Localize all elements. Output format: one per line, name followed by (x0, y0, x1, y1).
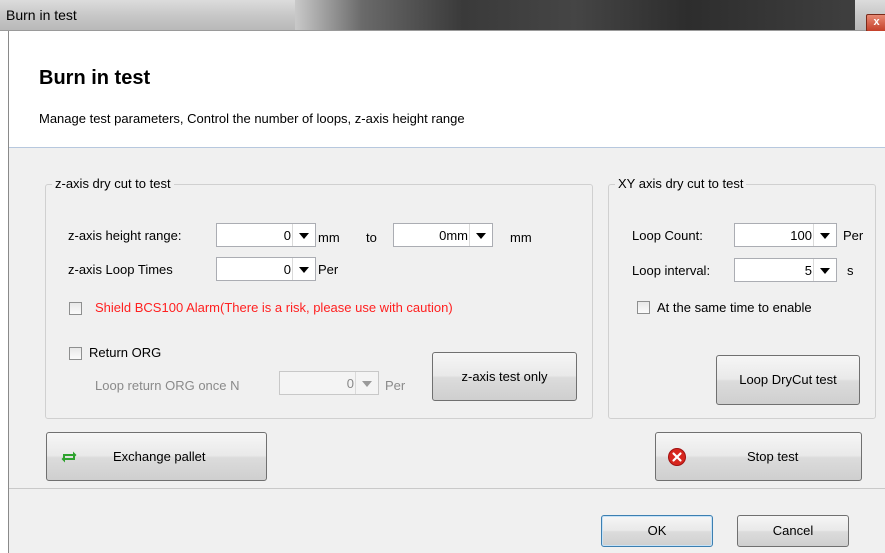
return-org-checkbox[interactable] (69, 347, 82, 360)
ok-button[interactable]: OK (601, 515, 713, 547)
z-axis-test-button[interactable]: z-axis test only (432, 352, 577, 401)
same-time-checkbox[interactable] (637, 301, 650, 314)
height-to-spinbox[interactable]: 0mm (393, 223, 493, 247)
loop-count-label: Loop Count: (632, 228, 703, 243)
loop-count-unit: Per (843, 228, 864, 243)
footer-divider (9, 488, 885, 489)
loop-return-unit: Per (385, 378, 406, 393)
exchange-pallet-button[interactable]: Exchange pallet (46, 432, 267, 481)
z-axis-test-label: z-axis test only (461, 369, 548, 384)
stop-test-label: Stop test (747, 449, 799, 464)
loop-drycut-button[interactable]: Loop DryCut test (716, 355, 860, 405)
chevron-down-icon[interactable] (292, 258, 315, 280)
loop-return-spinbox[interactable]: 0 (279, 371, 379, 395)
refresh-icon (61, 451, 77, 463)
height-from-value: 0 (283, 228, 291, 243)
height-range-label: z-axis height range: (68, 228, 182, 243)
height-from-unit: mm (318, 230, 340, 245)
loop-count-spinbox[interactable]: 100 (734, 223, 837, 247)
loop-times-value: 0 (283, 262, 291, 277)
shield-alarm-label: Shield BCS100 Alarm(There is a risk, ple… (95, 300, 453, 315)
dialog-window: Burn in test Manage test parameters, Con… (8, 31, 885, 553)
height-from-spinbox[interactable]: 0 (216, 223, 316, 247)
loop-interval-spinbox[interactable]: 5 (734, 258, 837, 282)
shield-alarm-checkbox[interactable] (69, 302, 82, 315)
loop-drycut-label: Loop DryCut test (739, 372, 837, 387)
xy-axis-group-label: XY axis dry cut to test (615, 176, 747, 191)
cancel-label: Cancel (772, 523, 814, 538)
loop-interval-unit: s (847, 263, 854, 278)
chevron-down-icon[interactable] (292, 224, 315, 246)
error-icon (668, 448, 686, 466)
dialog-body: z-axis dry cut to test z-axis height ran… (9, 148, 885, 553)
cancel-button[interactable]: Cancel (737, 515, 849, 547)
z-axis-group-label: z-axis dry cut to test (52, 176, 174, 191)
chevron-down-icon[interactable] (469, 224, 492, 246)
title-bar: Burn in test x (0, 0, 885, 32)
chevron-down-icon[interactable] (813, 224, 836, 246)
loop-times-unit: Per (318, 262, 339, 277)
to-label: to (366, 230, 377, 245)
loop-times-label: z-axis Loop Times (68, 262, 173, 277)
dialog-header: Burn in test Manage test parameters, Con… (9, 31, 885, 148)
loop-count-value: 100 (790, 228, 812, 243)
loop-times-spinbox[interactable]: 0 (216, 257, 316, 281)
ok-label: OK (647, 523, 667, 538)
chevron-down-icon[interactable] (355, 372, 378, 394)
height-to-value: 0mm (439, 228, 468, 243)
z-axis-group: z-axis dry cut to test z-axis height ran… (45, 176, 593, 419)
loop-interval-label: Loop interval: (632, 263, 711, 278)
same-time-label: At the same time to enable (657, 300, 812, 315)
window-title: Burn in test (6, 7, 77, 23)
loop-return-value: 0 (346, 376, 354, 391)
height-to-unit: mm (510, 230, 532, 245)
loop-return-label: Loop return ORG once N (95, 378, 240, 393)
return-org-label: Return ORG (89, 345, 162, 360)
xy-axis-group: XY axis dry cut to test Loop Count: 100 … (608, 176, 876, 419)
loop-interval-value: 5 (804, 263, 812, 278)
chevron-down-icon[interactable] (813, 259, 836, 281)
exchange-pallet-label: Exchange pallet (113, 449, 206, 464)
close-icon[interactable]: x (866, 14, 885, 32)
page-description: Manage test parameters, Control the numb… (39, 111, 465, 126)
title-bar-glass (295, 0, 855, 30)
page-title: Burn in test (39, 67, 151, 89)
stop-test-button[interactable]: Stop test (655, 432, 862, 481)
